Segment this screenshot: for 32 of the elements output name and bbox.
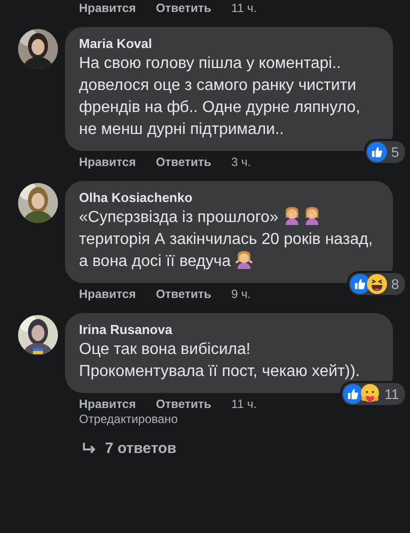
thumbs-up-icon: [350, 274, 370, 294]
comment-text: На свою голову пішла у коментарі.. довелося оце з самого ранку чистити френдів на фб.. Одне дурне ляпнуло, не менш дурні підтримали..: [79, 54, 362, 140]
author-name[interactable]: Maria Koval: [79, 36, 379, 51]
shrug-emoji-icon: [235, 251, 254, 269]
author-name[interactable]: Irina Rusanova: [79, 322, 379, 337]
comment-text: «Супєрзвізда із прошлого» територія А закінчилась 20 років назад, а вона досі її ведуча: [79, 207, 374, 272]
like-link[interactable]: Нравится: [79, 397, 136, 411]
reply-arrow-icon: [82, 442, 97, 455]
comment-time[interactable]: 3 ч.: [231, 155, 251, 169]
reply-link[interactable]: Ответить: [156, 287, 212, 301]
reaction-badge[interactable]: 5: [364, 139, 407, 165]
reaction-badge[interactable]: 8: [347, 271, 407, 297]
reply-link[interactable]: Ответить: [156, 155, 212, 169]
thumbs-up-icon: [367, 142, 388, 162]
facepalm-emoji-icon: [282, 207, 301, 225]
edited-label: Отредактировано: [78, 412, 179, 426]
comment-time[interactable]: 11 ч.: [231, 397, 257, 411]
comment-text: Оце так вона вибісила! Прокоментувала її пост, чекаю хейт)).: [79, 340, 361, 382]
facepalm-emoji-icon: [302, 207, 321, 225]
reaction-badge[interactable]: 11: [340, 381, 407, 407]
comment-time[interactable]: 9 ч.: [231, 287, 251, 301]
like-link[interactable]: Нравится: [79, 155, 136, 169]
view-replies-link[interactable]: 7 ответов: [82, 440, 396, 457]
thumbs-up-icon: [343, 384, 364, 404]
like-link[interactable]: Нравится: [79, 287, 136, 301]
reply-link[interactable]: Ответить: [156, 1, 212, 15]
reply-link[interactable]: Ответить: [156, 397, 212, 411]
comment-time[interactable]: 11 ч.: [231, 1, 257, 15]
laughing-emoji-icon: [367, 274, 388, 294]
hugging-emoji-icon: [360, 384, 380, 404]
author-name[interactable]: Olha Kosiachenko: [79, 190, 379, 205]
like-link[interactable]: Нравится: [79, 1, 136, 15]
